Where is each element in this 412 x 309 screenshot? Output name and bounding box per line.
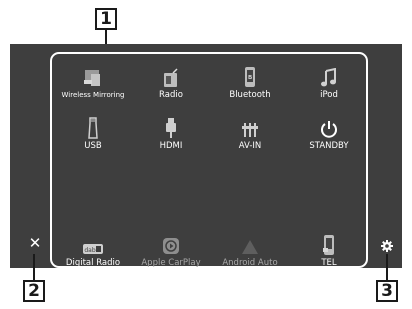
callout-3-line xyxy=(386,254,388,280)
source-usb[interactable]: USB xyxy=(53,111,133,151)
svg-text:dab: dab xyxy=(84,247,95,254)
source-hdmi[interactable]: HDMI xyxy=(131,111,211,151)
source-tel[interactable]: TEL xyxy=(289,228,369,268)
source-label: Radio xyxy=(159,90,183,100)
source-label: Bluetooth xyxy=(229,90,271,100)
callout-2: 2 xyxy=(23,280,45,302)
source-apple-carplay[interactable]: Apple CarPlay xyxy=(131,228,211,268)
music-note-icon xyxy=(289,60,369,90)
source-wireless-mirroring[interactable]: Wireless Mirroring xyxy=(53,60,133,100)
source-label: STANDBY xyxy=(309,141,349,151)
source-ipod[interactable]: iPod xyxy=(289,60,369,100)
source-label: Android Auto xyxy=(222,258,278,268)
source-digital-radio[interactable]: dab Digital Radio xyxy=(53,228,133,268)
source-label: Digital Radio xyxy=(65,258,121,268)
hdmi-plug-icon xyxy=(131,111,211,141)
source-label: iPod xyxy=(320,90,338,100)
av-in-icon xyxy=(210,111,290,141)
usb-stick-icon xyxy=(53,111,133,141)
bluetooth-icon: ʙ xyxy=(210,60,290,90)
callout-2-line xyxy=(33,254,35,268)
source-label: HDMI xyxy=(159,141,183,151)
callout-2-line-lower xyxy=(33,268,35,280)
source-label: TEL xyxy=(321,258,337,268)
power-icon xyxy=(289,111,369,141)
source-radio[interactable]: Radio xyxy=(131,60,211,100)
source-android-auto[interactable]: Android Auto xyxy=(210,228,290,268)
source-label: AV-IN xyxy=(238,141,262,151)
dab-icon: dab xyxy=(53,228,133,258)
carplay-icon xyxy=(131,228,211,258)
callout-1: 1 xyxy=(95,8,117,30)
source-av-in[interactable]: AV-IN xyxy=(210,111,290,151)
wireless-mirroring-icon xyxy=(53,60,133,90)
close-icon[interactable]: ✕ xyxy=(27,235,43,251)
source-label: Wireless Mirroring xyxy=(61,91,125,99)
radio-icon xyxy=(131,60,211,90)
svg-text:ʙ: ʙ xyxy=(248,73,252,81)
source-label: Apple CarPlay xyxy=(141,258,201,268)
source-standby[interactable]: STANDBY xyxy=(289,111,369,151)
callout-3: 3 xyxy=(376,280,398,302)
android-auto-icon xyxy=(210,228,290,258)
source-label: USB xyxy=(84,141,102,151)
phone-icon xyxy=(289,228,369,258)
source-bluetooth[interactable]: ʙ Bluetooth xyxy=(210,60,290,100)
